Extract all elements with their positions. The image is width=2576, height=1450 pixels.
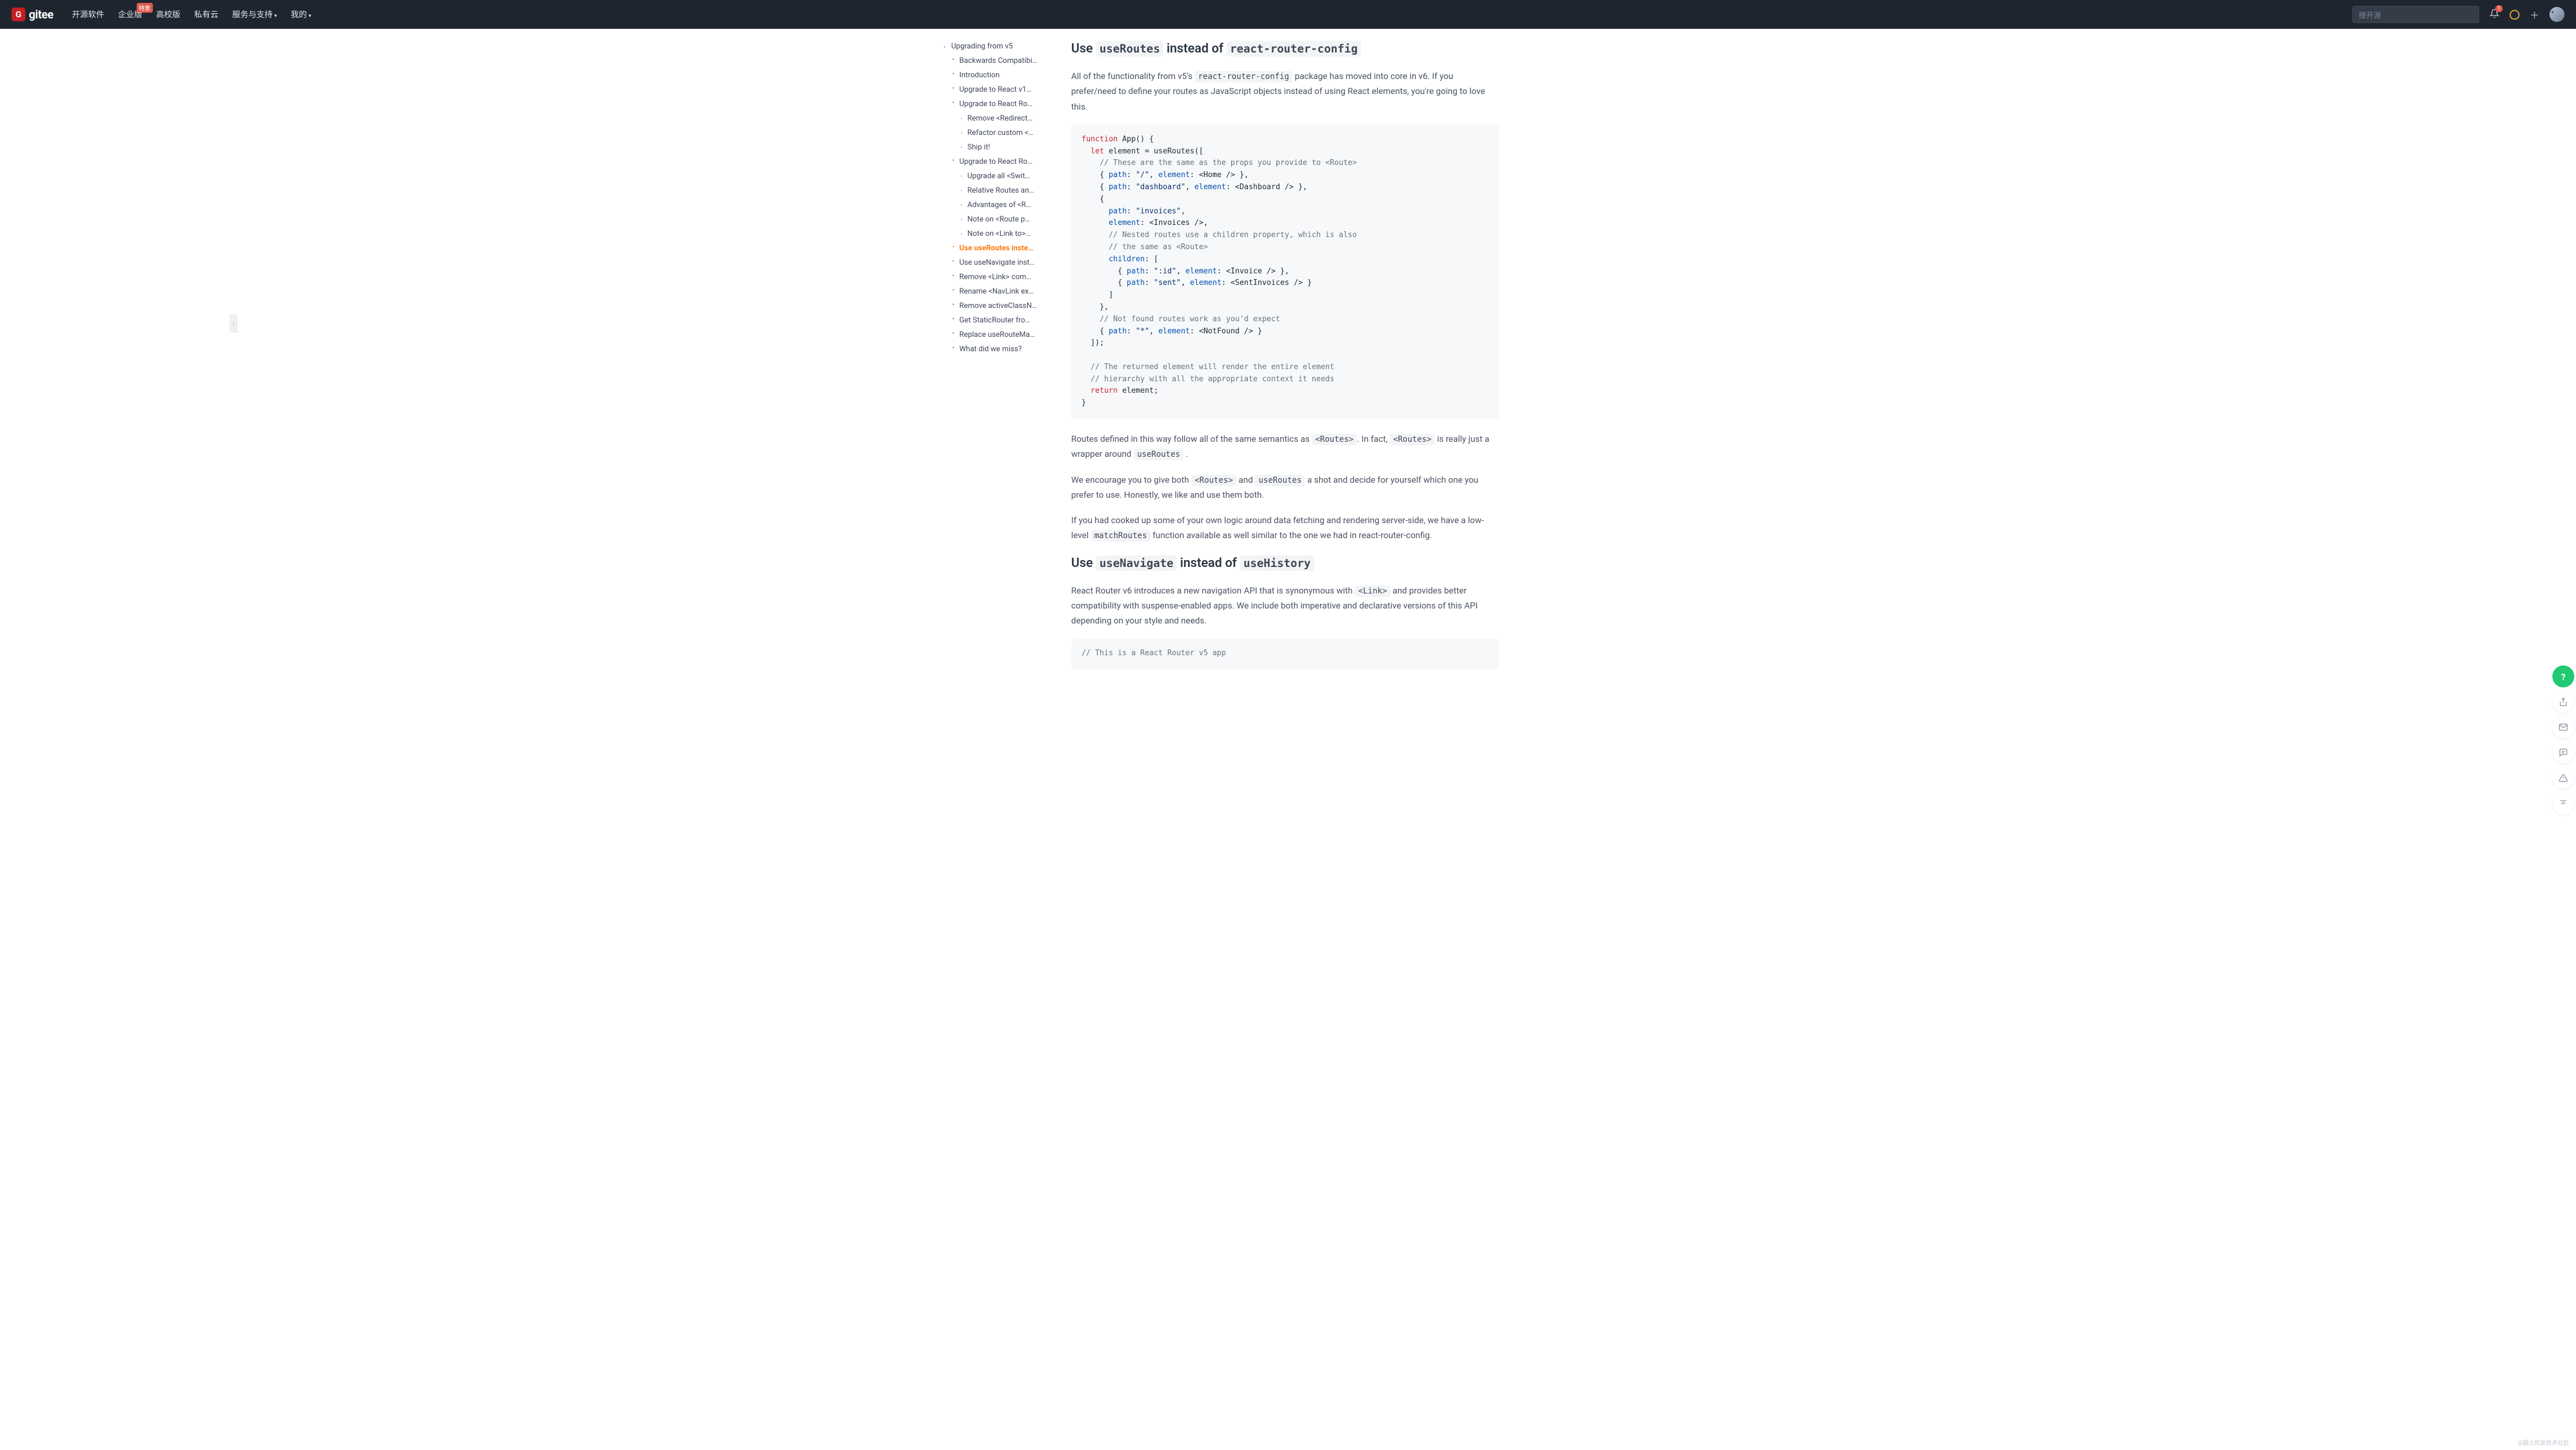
code-block-useroutes: function App() { let element = useRoutes… [1071,125,1499,419]
toc-item[interactable]: Introduction [942,68,1053,82]
logo-icon: G [12,7,25,21]
toc-item[interactable]: What did we miss? [942,342,1053,356]
toc-list: Upgrading from v5 Backwards Compatibi… I… [942,39,1053,356]
help-button[interactable]: ? [2552,666,2574,688]
toc-item[interactable]: Upgrading from v5 [942,39,1053,54]
toc-item[interactable]: Upgrade all <Swit… [942,169,1053,183]
nav-mine[interactable]: 我的 [291,9,311,20]
nav-badge: 特惠 [137,3,153,13]
search-placeholder: 搜开源 [2359,9,2381,20]
toc-item[interactable]: Advantages of <R… [942,198,1053,212]
nav-support[interactable]: 服务与支持 [232,9,277,20]
toc-item[interactable]: Upgrade to React v1… [942,82,1053,97]
toc-item[interactable]: Rename <NavLink ex… [942,284,1053,299]
toc-item[interactable]: Remove <Link> com… [942,270,1053,284]
sidebar-collapse-handle[interactable]: ‹ [230,314,238,333]
scroll-top-icon[interactable] [2552,792,2574,814]
article-content: Use useRoutes instead of react-router-co… [1058,29,1513,705]
toc-item[interactable]: Remove activeClassN… [942,299,1053,313]
nav-private[interactable]: 私有云 [194,9,219,20]
toc-item-active[interactable]: Use useRoutes inste… [942,241,1053,256]
nav-enterprise[interactable]: 企业版特惠 [118,9,142,20]
right-rail: ? [2551,666,2576,814]
header-left: G gitee 开源软件 企业版特惠 高校版 私有云 服务与支持 我的 [12,7,311,21]
avatar[interactable] [2549,7,2564,22]
main-nav: 开源软件 企业版特惠 高校版 私有云 服务与支持 我的 [72,9,311,20]
logo[interactable]: G gitee [12,7,54,21]
nav-edu[interactable]: 高校版 [156,9,180,20]
toc-item[interactable]: Get StaticRouter fro… [942,313,1053,328]
toc-item[interactable]: Upgrade to React Ro… [942,155,1053,169]
section-heading-usenavigate: Use useNavigate instead of useHistory [1071,554,1499,573]
toc-item[interactable]: Ship it! [942,140,1053,155]
toc-item[interactable]: Remove <Redirect… [942,111,1053,126]
toc-sidebar: Upgrading from v5 Backwards Compatibi… I… [942,29,1058,705]
toc-item[interactable]: Note on <Route p… [942,212,1053,227]
search-input[interactable]: 搜开源 [2352,6,2479,23]
code-block-usenavigate: // This is a React Router v5 app [1071,638,1499,669]
share-icon[interactable] [2552,691,2574,713]
notification-badge: 1 [2495,5,2503,13]
bulb-icon[interactable] [2510,10,2519,20]
plus-icon[interactable]: ＋ [2530,7,2539,21]
logo-text: gitee [29,7,54,21]
comment-icon[interactable] [2552,742,2574,764]
toc-item[interactable]: Refactor custom <… [942,126,1053,140]
toc-item[interactable]: Replace useRouteMa… [942,328,1053,342]
paragraph: React Router v6 introduces a new navigat… [1071,583,1499,629]
paragraph: We encourage you to give both <Routes> a… [1071,472,1499,503]
header-right: 搜开源 1 ＋ [2352,6,2564,23]
top-header: G gitee 开源软件 企业版特惠 高校版 私有云 服务与支持 我的 搜开源 … [0,0,2576,29]
section-heading-useroutes: Use useRoutes instead of react-router-co… [1071,39,1499,58]
paragraph: All of the functionality from v5's react… [1071,69,1499,114]
paragraph: Routes defined in this way follow all of… [1071,431,1499,462]
nav-opensource[interactable]: 开源软件 [72,9,104,20]
bell-icon[interactable]: 1 [2489,9,2499,21]
toc-item[interactable]: Backwards Compatibi… [942,54,1053,68]
warning-icon[interactable] [2552,767,2574,789]
page-layout: Upgrading from v5 Backwards Compatibi… I… [942,29,1634,705]
toc-item[interactable]: Note on <Link to>… [942,227,1053,241]
watermark: @掘土挖友技术社区 [2518,1438,2569,1447]
mail-icon[interactable] [2552,716,2574,738]
paragraph: If you had cooked up some of your own lo… [1071,513,1499,543]
toc-item[interactable]: Upgrade to React Ro… [942,97,1053,111]
toc-item[interactable]: Relative Routes an… [942,183,1053,198]
toc-item[interactable]: Use useNavigate inst… [942,256,1053,270]
